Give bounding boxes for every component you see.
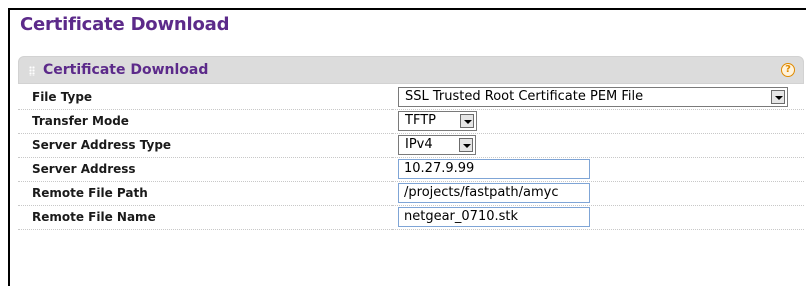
form-row-remote-file-path: Remote File Path /projects/fastpath/amyc [18,181,804,206]
transfer-mode-select[interactable]: TFTP [398,111,477,132]
file-type-label: File Type [18,85,392,110]
file-type-value: SSL Trusted Root Certificate PEM File [405,89,644,104]
form-row-transfer-mode: Transfer Mode TFTP [18,109,804,134]
content-frame: Certificate Download Certificate Downloa… [8,8,806,286]
chevron-down-icon[interactable] [460,114,474,129]
server-address-type-label: Server Address Type [18,133,392,158]
remote-file-name-input[interactable]: netgear_0710.stk [398,207,590,228]
form-row-server-address: Server Address 10.27.9.99 [18,157,804,182]
form-row-remote-file-name: Remote File Name netgear_0710.stk [18,205,804,230]
server-address-type-value: IPv4 [405,137,433,153]
certificate-download-form: File Type SSL Trusted Root Certificate P… [18,85,804,230]
help-icon[interactable]: ? [781,63,795,77]
server-address-type-select[interactable]: IPv4 [398,135,476,156]
panel-title: Certificate Download [43,62,209,78]
remote-file-path-input[interactable]: /projects/fastpath/amyc [398,183,590,204]
grip-icon [29,66,35,76]
remote-file-name-label: Remote File Name [18,205,392,230]
panel-header: Certificate Download ? [18,56,804,84]
chevron-down-icon[interactable] [459,138,473,153]
transfer-mode-label: Transfer Mode [18,109,392,134]
remote-file-path-label: Remote File Path [18,181,392,206]
file-type-select[interactable]: SSL Trusted Root Certificate PEM File [398,87,788,107]
form-row-file-type: File Type SSL Trusted Root Certificate P… [18,85,804,110]
certificate-download-panel: Certificate Download ? File Type SSL Tru… [18,56,804,284]
form-row-server-address-type: Server Address Type IPv4 [18,133,804,158]
server-address-input[interactable]: 10.27.9.99 [398,159,590,180]
transfer-mode-value: TFTP [405,113,436,129]
server-address-label: Server Address [18,157,392,182]
chevron-down-icon[interactable] [771,90,785,104]
page-title: Certificate Download [20,14,230,35]
